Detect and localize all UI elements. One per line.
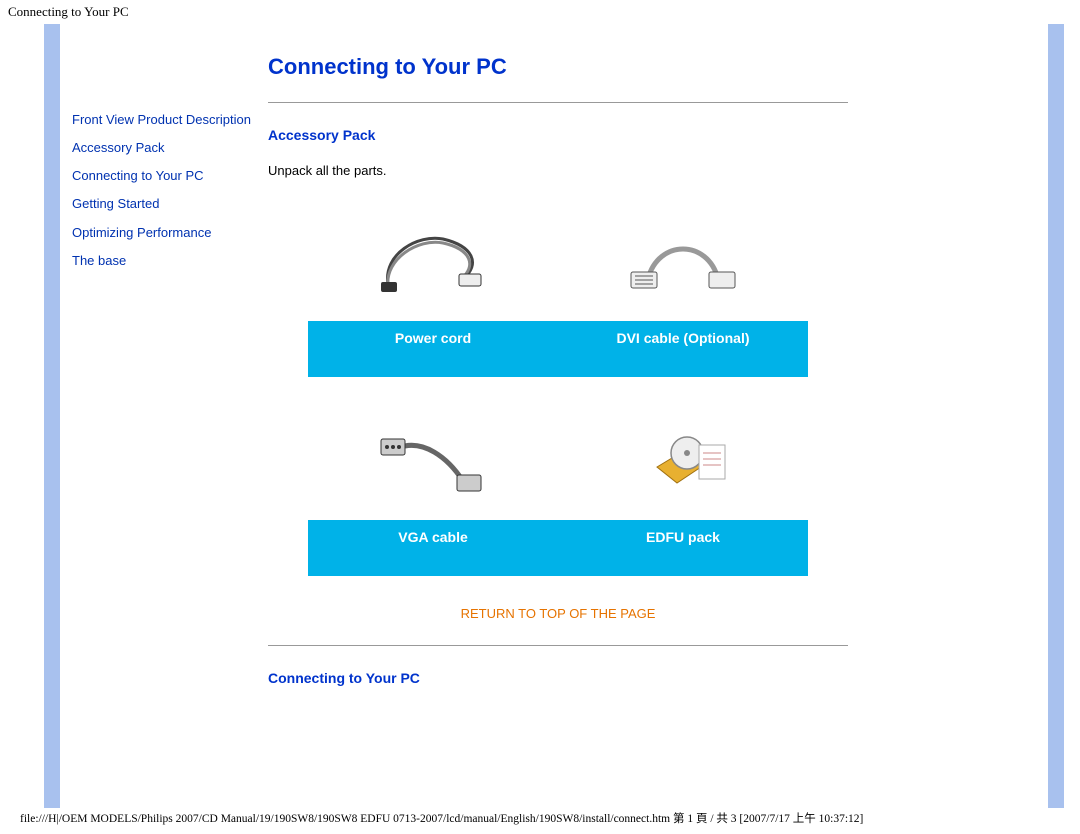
edfu-pack-icon [558, 405, 808, 520]
section-heading-connecting: Connecting to Your PC [268, 670, 848, 686]
divider-top [268, 102, 848, 103]
sidebar-link-front-view[interactable]: Front View Product Description [72, 110, 252, 130]
unpack-text: Unpack all the parts. [268, 163, 848, 178]
sidebar-link-getting-started[interactable]: Getting Started [72, 194, 252, 214]
footer-file-path: file:///H|/OEM MODELS/Philips 2007/CD Ma… [20, 810, 863, 826]
label-vga-cable: VGA cable [308, 520, 558, 576]
label-power-cord: Power cord [308, 321, 558, 377]
sidebar-link-accessory-pack[interactable]: Accessory Pack [72, 138, 252, 158]
power-cord-icon [308, 206, 558, 321]
sidebar-link-the-base[interactable]: The base [72, 251, 252, 271]
accessory-grid: Power cord DVI cable (Optional) [308, 206, 808, 576]
label-edfu-pack: EDFU pack [558, 520, 808, 576]
dvi-cable-icon [558, 206, 808, 321]
page-title: Connecting to Your PC [268, 54, 848, 80]
sidebar-link-connecting[interactable]: Connecting to Your PC [72, 166, 252, 186]
return-to-top-link[interactable]: RETURN TO TOP OF THE PAGE [268, 606, 848, 621]
main-content: Connecting to Your PC Accessory Pack Unp… [268, 54, 848, 706]
sidebar-nav: Front View Product Description Accessory… [72, 110, 252, 279]
label-dvi-cable: DVI cable (Optional) [558, 321, 808, 377]
browser-title: Connecting to Your PC [0, 0, 1080, 24]
decoration-left-strip [44, 24, 60, 808]
section-heading-accessory: Accessory Pack [268, 127, 848, 143]
vga-cable-icon [308, 405, 558, 520]
decoration-right-strip [1048, 24, 1064, 808]
divider-bottom [268, 645, 848, 646]
sidebar-link-optimizing[interactable]: Optimizing Performance [72, 223, 252, 243]
